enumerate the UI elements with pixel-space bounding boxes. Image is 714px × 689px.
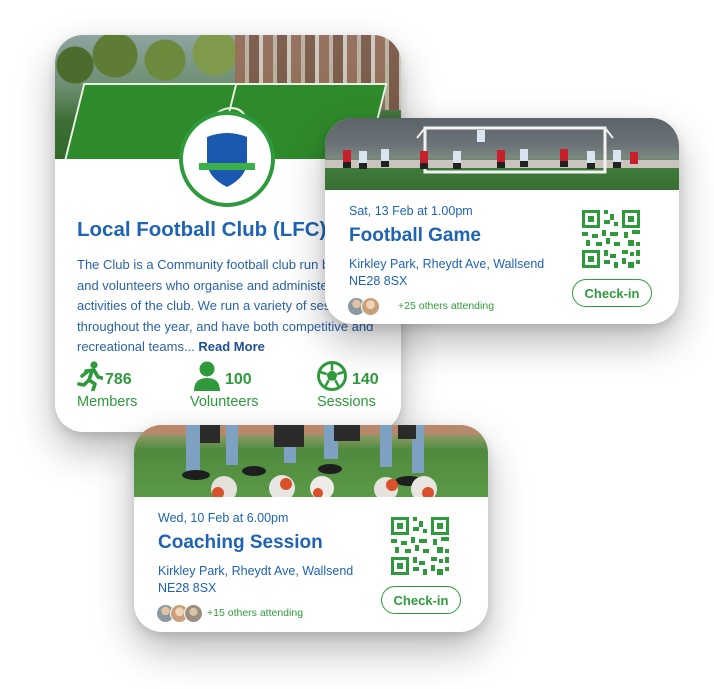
event-photo: [325, 118, 679, 190]
event-card-coaching-session[interactable]: Wed, 10 Feb at 6.00pm Coaching Session K…: [134, 425, 488, 632]
attending-count: +25 others attending: [398, 300, 495, 312]
person-icon: [194, 361, 220, 391]
event-card-football-game[interactable]: Sat, 13 Feb at 1.00pm Football Game Kirk…: [325, 118, 679, 324]
shield-icon: [199, 133, 255, 187]
club-badge: [179, 111, 275, 207]
runner-icon: [77, 361, 103, 391]
event-title: Coaching Session: [158, 532, 323, 553]
event-date: Wed, 10 Feb at 6.00pm: [158, 511, 289, 525]
stat-volunteers-label: Volunteers: [190, 394, 259, 410]
qr-code-icon: [391, 517, 449, 575]
club-name: Local Football Club (LFC): [77, 218, 327, 241]
attendee-avatars: [347, 297, 391, 317]
stat-sessions-label: Sessions: [317, 394, 376, 410]
event-photo: [134, 425, 488, 497]
event-location: Kirkley Park, Rheydt Ave, Wallsend NE28 …: [349, 257, 545, 288]
football-icon: [317, 361, 347, 391]
attendee-avatars: [156, 604, 203, 624]
stat-members-label: Members: [77, 394, 138, 410]
avatar: [361, 297, 380, 316]
read-more-link[interactable]: Read More: [198, 339, 264, 354]
stat-sessions-value: 140: [352, 371, 379, 388]
attending-count: +15 others attending: [207, 607, 304, 619]
stat-members-value: 786: [105, 371, 132, 388]
event-date: Sat, 13 Feb at 1.00pm: [349, 204, 473, 218]
check-in-button[interactable]: Check-in: [572, 279, 652, 307]
stat-volunteers-value: 100: [225, 371, 252, 388]
qr-code-icon: [582, 210, 640, 268]
avatar: [184, 604, 203, 623]
check-in-button[interactable]: Check-in: [381, 586, 461, 614]
event-title: Football Game: [349, 225, 481, 246]
event-location: Kirkley Park, Rheydt Ave, Wallsend NE28 …: [158, 564, 354, 595]
